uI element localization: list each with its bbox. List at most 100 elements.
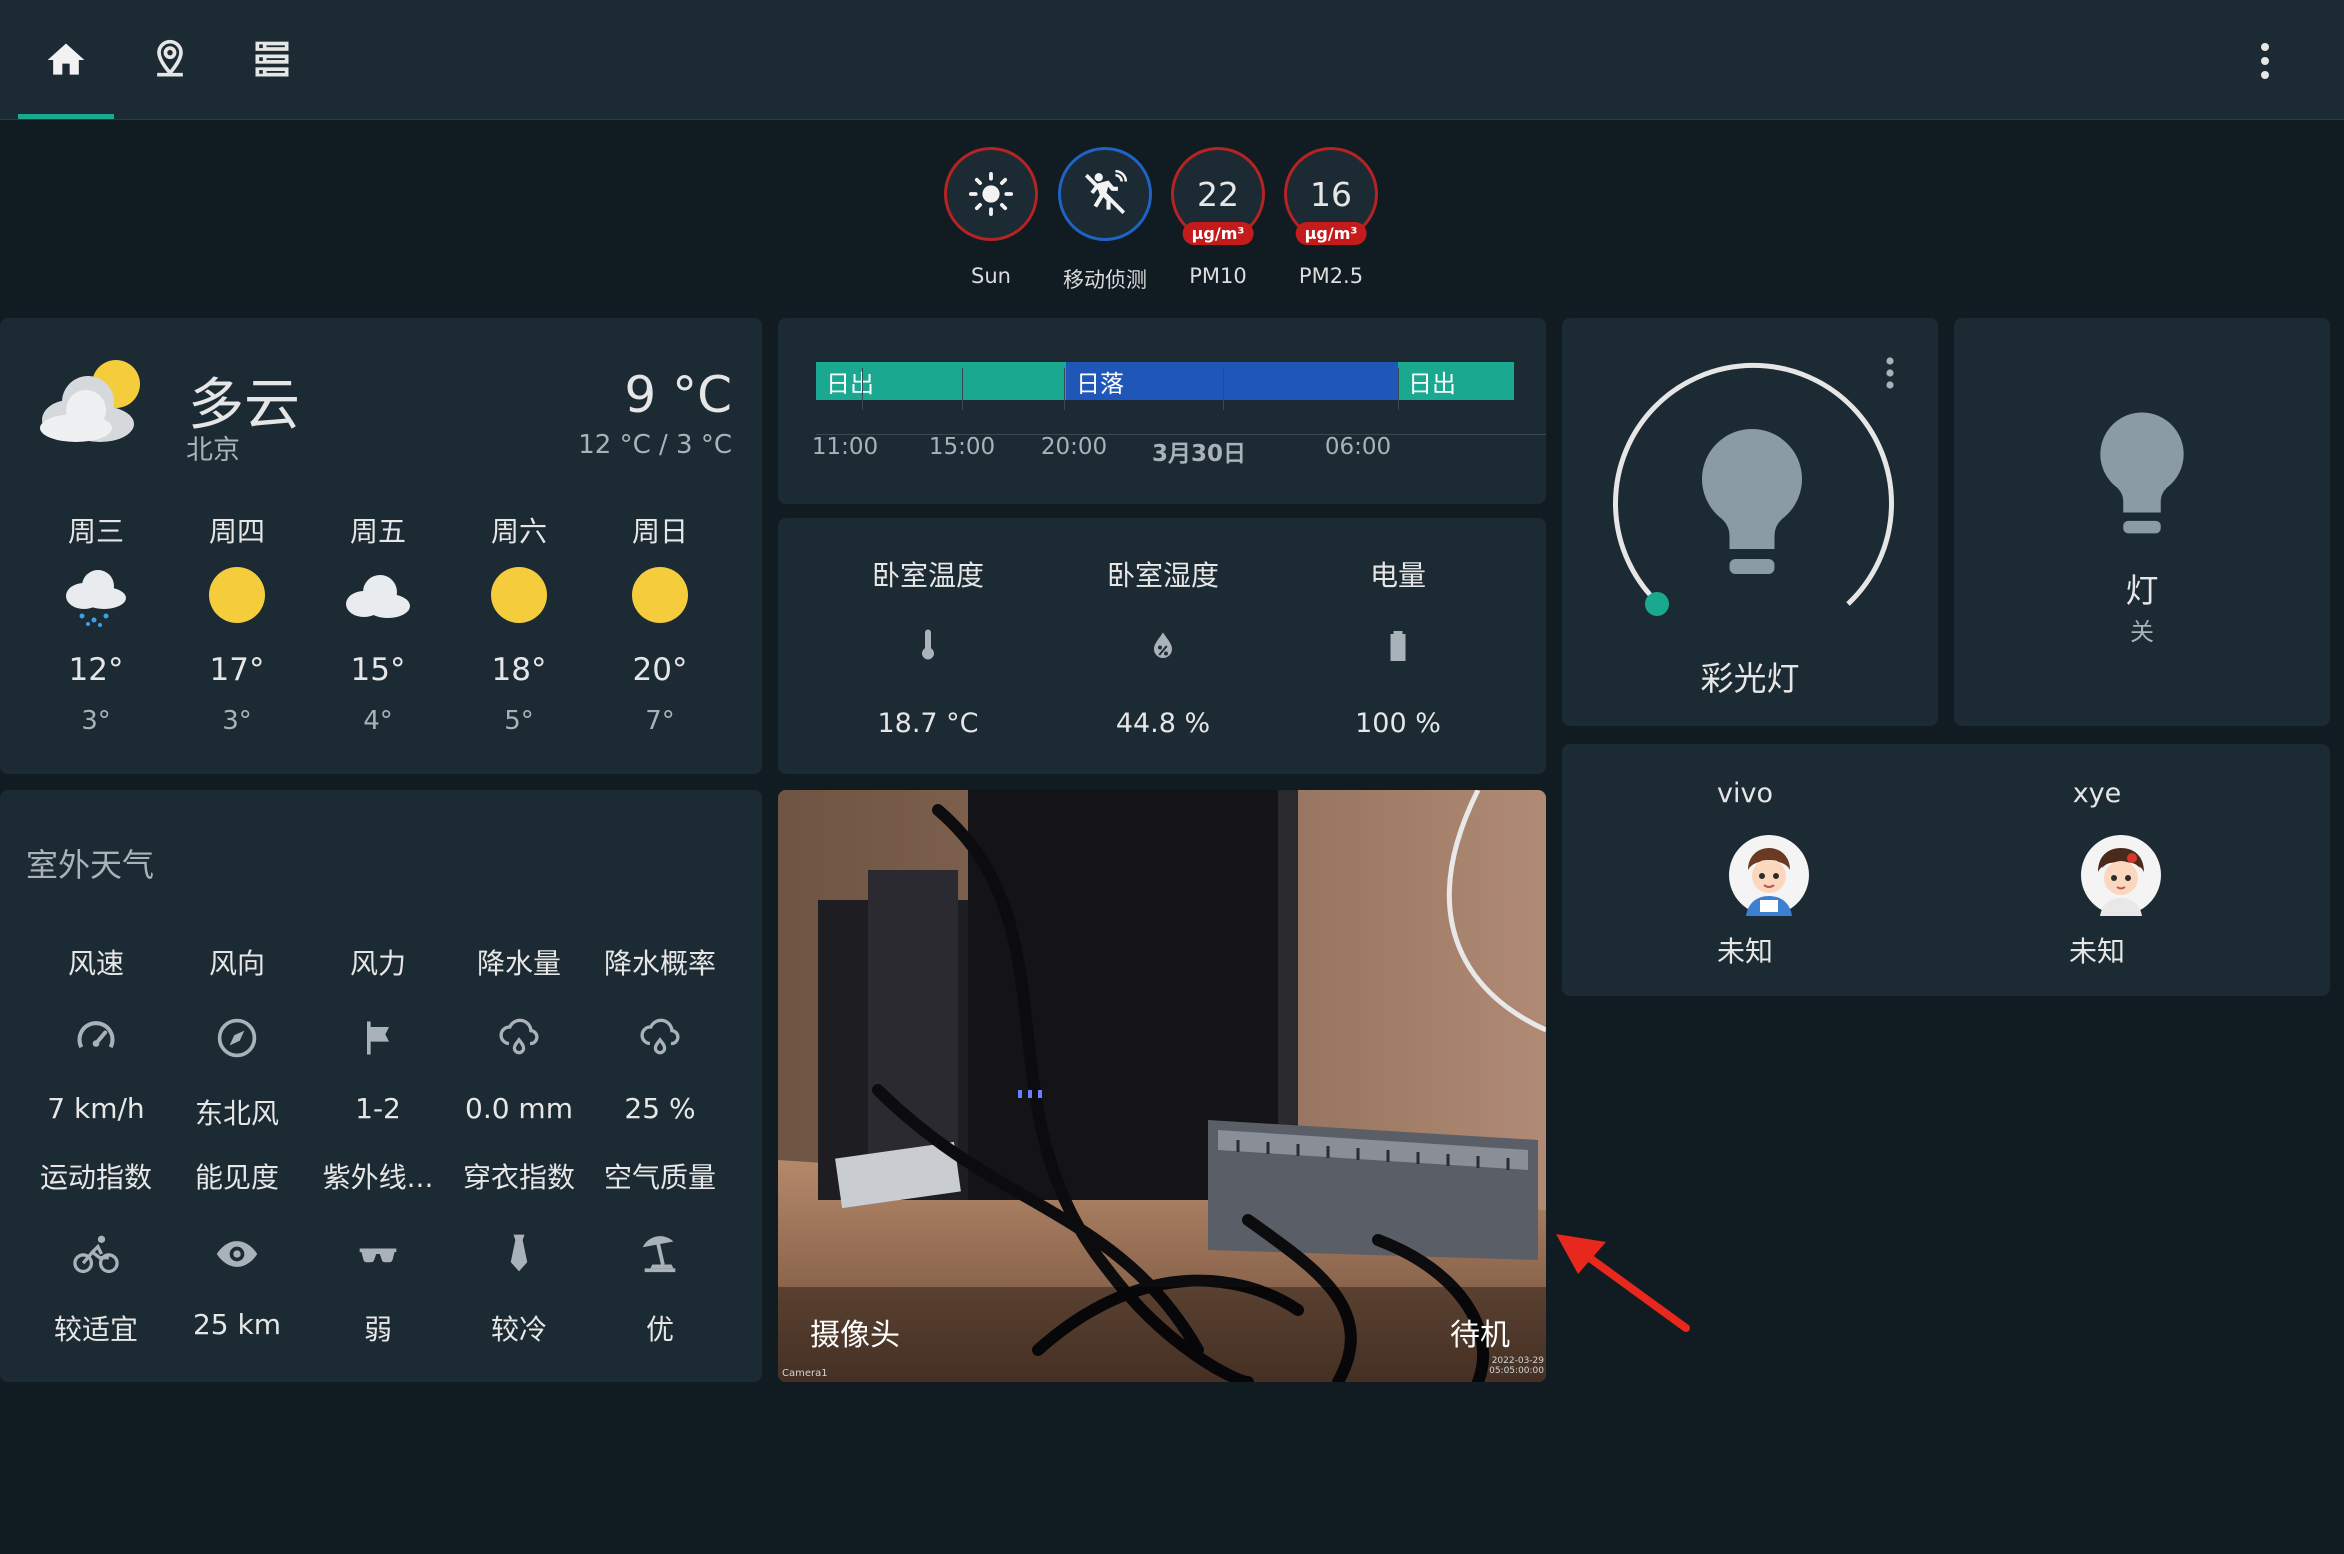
motion-badge[interactable] [1058, 147, 1152, 241]
rain-cloud-icon [640, 1018, 680, 1055]
timeline-segment-sunset: 日落 [1066, 362, 1398, 400]
dots-vertical-icon [1886, 357, 1894, 389]
outdoor-value: 1-2 [355, 1092, 401, 1125]
sun-timeline-card[interactable]: 日出 日落 日出 11:00 15:00 20:00 3月30日 06:00 [778, 318, 1546, 504]
sensor-value: 44.8 % [1115, 708, 1211, 739]
timeline-tick [1398, 368, 1399, 410]
outdoor-label: 风向 [208, 947, 265, 980]
tab-server[interactable] [230, 24, 314, 96]
sensor-value: 100 % [1355, 708, 1441, 739]
timeline-tick [1064, 368, 1065, 410]
timeline-tick [862, 368, 863, 410]
app-toolbar [0, 0, 2344, 120]
timeline-tick [1223, 368, 1224, 410]
forecast-low: 5° [504, 706, 534, 736]
eye-icon [216, 1241, 258, 1267]
outdoor-label: 降水量 [476, 947, 561, 980]
weather-high-low: 12 °C / 3 °C [578, 430, 732, 460]
camera-overlay-name: Camera1 [782, 1368, 828, 1379]
forecast-day: 周六 [490, 515, 547, 548]
water-percent-icon [1154, 632, 1172, 658]
outdoor-value: 弱 [363, 1313, 392, 1346]
light-name: 灯 [2125, 571, 2159, 610]
timeline-date-label: 3月30日 [1151, 441, 1246, 467]
temperature-value: 9 [624, 366, 657, 424]
server-icon [255, 41, 289, 77]
battery-icon [1390, 631, 1406, 661]
forecast-low: 3° [222, 706, 252, 736]
sun-icon [968, 171, 1014, 217]
person-state: 未知 [2068, 935, 2125, 968]
sensor-label: 卧室温度 [871, 559, 984, 592]
pm25-value: 16 [1310, 174, 1352, 214]
outdoor-label: 空气质量 [603, 1161, 716, 1194]
home-icon [47, 43, 85, 75]
overflow-menu-button[interactable] [2243, 34, 2287, 88]
pm10-unit: µg/m³ [1182, 222, 1254, 245]
partly-cloudy-icon [40, 360, 140, 442]
pm25-unit: µg/m³ [1295, 222, 1367, 245]
person-state: 未知 [1716, 935, 1773, 968]
camera-overlay-timestamp: 2022-03-29 05:05:00:00 [1489, 1356, 1544, 1376]
map-marker-icon [157, 39, 183, 77]
outdoor-label: 降水概率 [603, 947, 716, 980]
outdoor-label: 紫外线... [322, 1161, 434, 1194]
timeline-segment-sunrise: 日出 [816, 362, 1066, 400]
forecast-day: 周四 [208, 515, 265, 548]
forecast-day: 周五 [349, 515, 406, 548]
avatar-icon[interactable] [1728, 834, 1810, 916]
camera-name: 摄像头 [810, 1318, 900, 1353]
outdoor-label: 能见度 [194, 1161, 279, 1194]
outdoor-value: 优 [645, 1313, 674, 1346]
pm10-value: 22 [1197, 174, 1239, 214]
sunny-icon [491, 567, 547, 623]
outdoor-value: 25 km [192, 1308, 282, 1341]
outdoor-label: 风速 [67, 947, 124, 980]
tab-map[interactable] [128, 24, 212, 96]
light-card[interactable]: 灯 关 [1954, 318, 2330, 726]
sunny-icon [632, 567, 688, 623]
bike-icon [73, 1235, 119, 1274]
timeline-segment-sunrise: 日出 [1398, 362, 1514, 400]
forecast-day: 周日 [631, 515, 688, 548]
light-state: 关 [2130, 618, 2154, 646]
person-name: vivo [1717, 778, 1773, 809]
sensor-label: 电量 [1369, 559, 1426, 592]
forecast-high: 12° [68, 652, 124, 688]
bedroom-sensors-card: 卧室温度 卧室湿度 电量 18.7 °C 44.8 % 100 % [778, 518, 1546, 774]
sensor-label: 卧室湿度 [1106, 559, 1219, 592]
compass-icon [217, 1018, 257, 1058]
brightness-slider-handle[interactable] [1645, 592, 1669, 616]
camera-state: 待机 [1450, 1318, 1510, 1353]
outdoor-value: 较冷 [490, 1313, 547, 1346]
avatar-icon[interactable] [2080, 834, 2162, 916]
active-tab-indicator [18, 114, 114, 119]
camera-card[interactable]: 摄像头 待机 Camera1 2022-03-29 05:05:00:00 [778, 790, 1546, 1382]
thermometer-icon [922, 629, 934, 660]
weather-forecast-card[interactable]: 多云 北京 9 °C 12 °C / 3 °C 周三 周四 周五 周六 周日 1… [0, 318, 762, 774]
timeline-tick-label: 06:00 [1324, 434, 1392, 460]
sensor-value: 18.7 °C [877, 708, 979, 739]
pm25-badge-label: PM2.5 [1298, 264, 1364, 288]
pm10-badge[interactable]: 22 µg/m³ [1171, 147, 1265, 245]
pm25-badge[interactable]: 16 µg/m³ [1284, 147, 1378, 245]
forecast-high: 15° [350, 652, 406, 688]
forecast-low: 4° [363, 706, 393, 736]
outdoor-value: 0.0 mm [465, 1092, 573, 1125]
color-light-menu-button[interactable] [1872, 348, 1908, 398]
beach-umbrella-icon [642, 1236, 676, 1273]
gauge-icon [77, 1021, 115, 1049]
color-light-card[interactable]: 彩光灯 [1562, 318, 1938, 726]
rain-cloud-icon [499, 1018, 539, 1055]
forecast-day: 周三 [67, 515, 124, 548]
sun-badge[interactable] [944, 147, 1038, 241]
sunglasses-icon [359, 1248, 397, 1263]
tie-icon [510, 1234, 528, 1272]
cloudy-icon [346, 575, 410, 618]
outdoor-value: 较适宜 [53, 1313, 138, 1346]
timeline-tick-label: 11:00 [811, 434, 879, 460]
timeline-tick [962, 368, 963, 410]
motion-sensor-icon [1084, 169, 1128, 215]
tab-home[interactable] [24, 24, 108, 96]
sunny-icon [209, 567, 265, 623]
